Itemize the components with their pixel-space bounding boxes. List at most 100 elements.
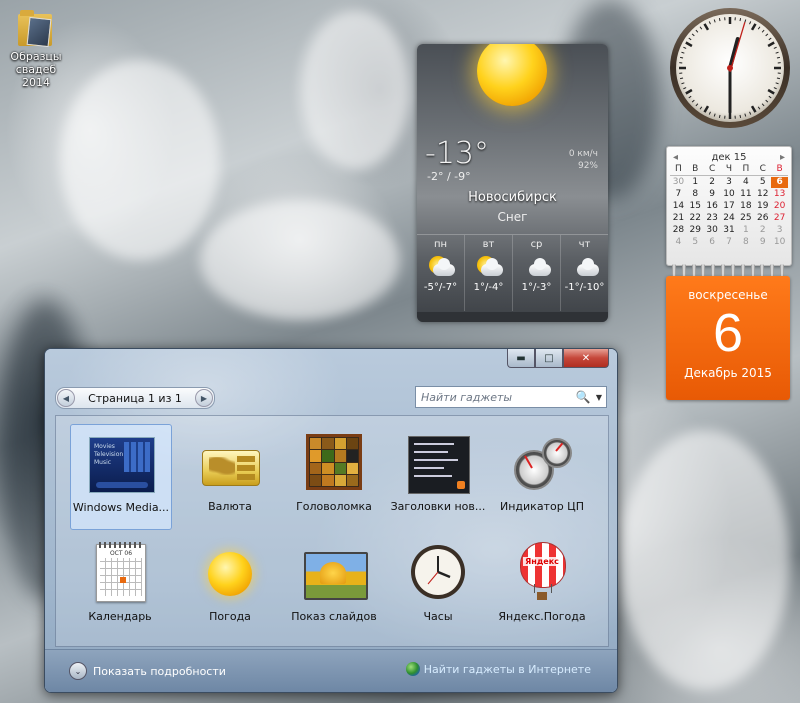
gadget-gallery-window: ▬ □ ✕ ◀ Страница 1 из 1 ▶ Найти гаджеты … [44,348,618,693]
show-details-button[interactable]: ⌄ Показать подробности [69,662,226,680]
forecast-day-name: чт [578,239,591,250]
next-page-button[interactable]: ▶ [195,389,213,407]
snow-patch [200,200,400,320]
calendar-day-cell[interactable]: 27 [771,213,788,224]
calendar-day-cell[interactable]: 6 [771,177,788,188]
calendar-day-cell[interactable]: 26 [754,213,771,224]
calendar-day-cell[interactable]: 28 [670,225,687,236]
calendar-day-cell[interactable]: 13 [771,189,788,200]
gallery-footer: ⌄ Показать подробности Найти гаджеты в И… [45,649,617,692]
search-gadgets[interactable]: Найти гаджеты 🔍 ▼ [415,386,607,408]
calendar-month-view: ◂ дек 15 ▸ П В С Ч П С В 30 1 2 3 4 5 6 7 8 9 10 11 12 13 14 1… [666,146,792,266]
calendar-day-cell[interactable]: 24 [721,213,738,224]
calendar-day-cell[interactable]: 14 [670,201,687,212]
desktop-folder-label: Образцы свадеб 2014 [10,50,62,89]
calendar-day-cell[interactable]: 4 [737,177,754,188]
calendar-day-cell[interactable]: 2 [754,225,771,236]
calendar-day-cell[interactable]: 4 [670,237,687,248]
calendar-day-cell[interactable]: 23 [704,213,721,224]
calendar-day-cell[interactable]: 6 [704,237,721,248]
gadget-yandex-weather[interactable]: Яндекс Яндекс.Погода [492,534,592,638]
cloudy-icon [571,256,599,278]
gadget-puzzle[interactable]: Головоломка [284,424,384,528]
gadget-label: Показ слайдов [291,610,377,623]
snow-patch [300,10,410,170]
get-gadgets-online-label: Найти гаджеты в Интернете [423,662,591,676]
cpu-meter-icon [510,432,574,496]
calendar-day-cell[interactable]: 9 [754,237,771,248]
gadget-news-feed[interactable]: Заголовки нов... [388,424,488,528]
clock-tick [739,18,742,22]
calendar-day-cell[interactable]: 30 [704,225,721,236]
gadget-slideshow[interactable]: Показ слайдов [284,534,384,638]
search-input[interactable]: Найти гаджеты [416,391,574,404]
calendar-day-cell[interactable]: 19 [754,201,771,212]
calendar-day-cell[interactable]: 7 [721,237,738,248]
calendar-day-cell[interactable]: 1 [687,177,704,188]
calendar-day-cell[interactable]: 11 [737,189,754,200]
calendar-prev-button[interactable]: ◂ [673,152,678,163]
search-icon[interactable]: 🔍 [574,390,592,404]
gadget-label: Валюта [208,500,252,513]
calendar-day-cell[interactable]: 7 [670,189,687,200]
maximize-button[interactable]: □ [535,349,563,368]
folder-icon [18,10,54,48]
globe-icon [405,662,420,676]
gadget-label: Календарь [88,610,152,623]
get-gadgets-online-link[interactable]: Найти гаджеты в Интернете [405,662,591,676]
calendar-day-cell[interactable]: 3 [721,177,738,188]
gadget-windows-media-center[interactable]: Movies Television Music Windows Media... [70,424,172,530]
page-indicator: Страница 1 из 1 [88,391,182,405]
gadget-label: Головоломка [296,500,372,513]
forecast-day: пн -5°/-7° [417,235,465,311]
show-details-label: Показать подробности [93,664,226,678]
calendar-day-cell[interactable]: 21 [670,213,687,224]
forecast-temps: 1°/-4° [473,282,504,293]
minimize-button[interactable]: ▬ [507,349,535,368]
calendar-day-cell[interactable]: 31 [721,225,738,236]
gadget-weather[interactable]: Погода [180,534,280,638]
weather-gadget[interactable]: -13° -2° / -9° 0 км/ч 92% Новосибирск Сн… [417,44,608,322]
calendar-weekday: В [771,164,788,176]
calendar-day-cell[interactable]: 29 [687,225,704,236]
calendar-day-cell[interactable]: 8 [737,237,754,248]
forecast-temps: -1°/-10° [564,282,605,293]
calendar-day-cell[interactable]: 25 [737,213,754,224]
partly-cloudy-icon [427,256,455,278]
calendar-day-cell[interactable]: 5 [687,237,704,248]
calendar-day-cell[interactable]: 5 [754,177,771,188]
calendar-day-cell[interactable]: 18 [737,201,754,212]
calendar-day-cell[interactable]: 16 [704,201,721,212]
gadget-currency[interactable]: Валюта [180,424,280,528]
calendar-day-cell[interactable]: 10 [771,237,788,248]
currency-icon [198,432,262,496]
calendar-day-cell[interactable]: 3 [771,225,788,236]
clock-gadget[interactable] [668,6,792,130]
calendar-next-button[interactable]: ▸ [780,152,785,163]
calendar-day-cell[interactable]: 10 [721,189,738,200]
calendar-day-cell[interactable]: 30 [670,177,687,188]
calendar-day-view: воскресенье 6 Декабрь 2015 [666,276,790,400]
search-dropdown-button[interactable]: ▼ [592,393,606,402]
gadget-clock[interactable]: Часы [388,534,488,638]
sun-icon [477,44,547,106]
calendar-day-cell[interactable]: 8 [687,189,704,200]
calendar-day-cell[interactable]: 12 [754,189,771,200]
prev-page-button[interactable]: ◀ [57,389,75,407]
calendar-day-cell[interactable]: 2 [704,177,721,188]
calendar-weekday: П [670,164,687,176]
calendar-day-cell[interactable]: 17 [721,201,738,212]
gadget-label: Заголовки нов... [390,500,486,513]
close-button[interactable]: ✕ [563,349,609,368]
weather-icon [198,542,262,606]
desktop-folder-icon[interactable]: Образцы свадеб 2014 [4,8,68,89]
calendar-day-cell[interactable]: 22 [687,213,704,224]
calendar-day-cell[interactable]: 1 [737,225,754,236]
yandex-weather-icon: Яндекс [510,542,574,606]
calendar-day-cell[interactable]: 15 [687,201,704,212]
calendar-gadget[interactable]: ◂ дек 15 ▸ П В С Ч П С В 30 1 2 3 4 5 6 7 8 9 10 11 12 13 14 1… [666,146,792,401]
gadget-cpu-meter[interactable]: Индикатор ЦП [492,424,592,528]
gadget-calendar[interactable]: OCT 06 Календарь [70,534,170,638]
calendar-day-cell[interactable]: 9 [704,189,721,200]
calendar-day-cell[interactable]: 20 [771,201,788,212]
